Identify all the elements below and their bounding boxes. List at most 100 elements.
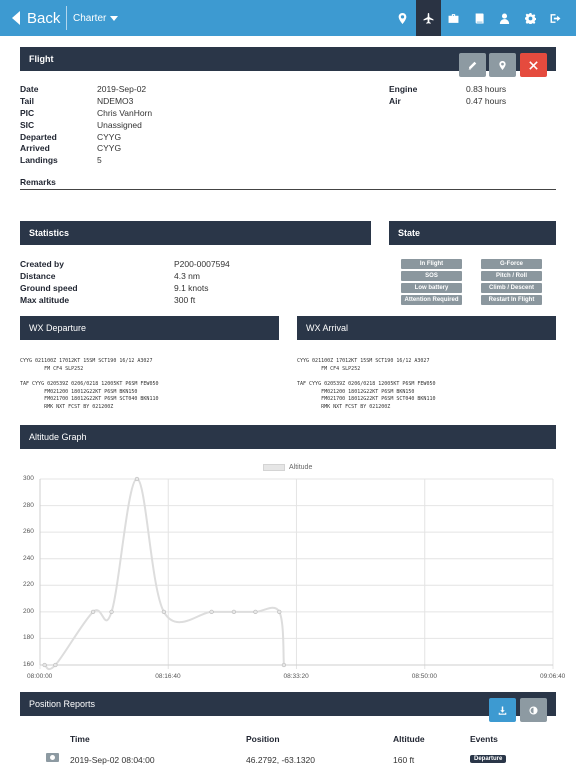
wx-arrival-taf: TAF CYYG 020539Z 0206/0218 12005KT P6SM … (297, 381, 436, 410)
air-value: 0.47 hours (466, 96, 507, 106)
nav-settings-button[interactable] (518, 0, 543, 36)
altitude-series-line (44, 477, 285, 671)
altitude-point (281, 662, 287, 668)
wx-departure-title: WX Departure (29, 323, 87, 333)
engine-value: 0.83 hours (466, 84, 507, 94)
date-value: 2019-Sep-02 (97, 84, 147, 94)
air-label: Air (389, 96, 401, 106)
col-head-time: Time (70, 734, 90, 744)
flight-map-button[interactable] (489, 53, 516, 77)
tail-label: Tail (20, 96, 35, 106)
col-head-events: Events (470, 734, 498, 744)
state-title: State (398, 228, 421, 238)
remarks-divider (20, 189, 556, 190)
y-tick-label: 160 (23, 661, 34, 668)
back-button[interactable]: Back (12, 0, 60, 36)
position-reports-header: Position Reports (20, 692, 556, 716)
date-label: Date (20, 84, 39, 94)
state-tag-low-battery: Low battery (401, 283, 462, 293)
nav-map-button[interactable] (390, 0, 415, 36)
pic-value: Chris VanHorn (97, 108, 153, 118)
legend-swatch (263, 464, 285, 471)
nav-divider (66, 6, 67, 30)
flight-title: Flight (29, 54, 54, 64)
altitude-point (90, 609, 96, 615)
altitude-point (231, 609, 237, 615)
charter-dropdown[interactable]: Charter (73, 0, 119, 36)
toggle-contrast-button[interactable] (520, 698, 547, 722)
remarks-label: Remarks (20, 177, 56, 187)
nav-flights-button[interactable] (416, 0, 441, 36)
altitude-legend: Altitude (263, 464, 312, 471)
state-tag-g-force: G-Force (481, 259, 542, 269)
y-tick-label: 260 (23, 528, 34, 536)
tail-value: NDEMO3 (97, 96, 134, 106)
state-tag-in-flight: In Flight (401, 259, 462, 269)
created-by-value: P200-0007594 (174, 259, 230, 269)
pencil-icon (468, 61, 477, 70)
distance-label: Distance (20, 271, 56, 281)
y-tick-label: 220 (23, 581, 34, 589)
nav-logbook-button[interactable] (467, 0, 492, 36)
departed-value: CYYG (97, 132, 122, 142)
download-icon (498, 705, 507, 715)
sign-out-icon (550, 13, 561, 23)
pic-label: PIC (20, 108, 35, 118)
landings-label: Landings (20, 155, 58, 165)
arrived-value: CYYG (97, 143, 122, 153)
airplane-icon (423, 12, 434, 24)
row-time: 2019-Sep-02 08:04:00 (70, 755, 155, 765)
x-tick-label: 08:16:40 (155, 673, 181, 680)
top-navbar: Back Charter (0, 0, 576, 36)
nav-jobs-button[interactable] (441, 0, 466, 36)
landings-value: 5 (97, 155, 102, 165)
briefcase-icon (448, 13, 459, 23)
col-head-position: Position (246, 734, 280, 744)
arrived-label: Arrived (20, 143, 50, 153)
altitude-point (53, 662, 58, 668)
row-position: 46.2792, -63.1320 (246, 755, 316, 765)
download-reports-button[interactable] (489, 698, 516, 722)
nav-logout-button[interactable] (543, 0, 568, 36)
x-tick-label: 08:33:20 (283, 673, 309, 680)
row-altitude: 160 ft (393, 755, 415, 765)
created-by-label: Created by (20, 259, 64, 269)
back-arrow-icon (12, 11, 20, 25)
camera-lens (50, 755, 55, 760)
engine-label: Engine (389, 84, 418, 94)
wx-arrival-metar: CYYG 021100Z 17012KT 15SM SCT190 16/12 A… (297, 358, 430, 372)
x-tick-label: 09:06:40 (540, 673, 566, 680)
y-tick-label: 240 (23, 554, 34, 562)
statistics-title: Statistics (29, 228, 70, 238)
sic-label: SIC (20, 120, 35, 130)
altitude-point (209, 609, 214, 615)
state-section-header: State (389, 221, 556, 245)
state-tag-pitch-roll: Pitch / Roll (481, 271, 542, 281)
altitude-point (109, 609, 114, 615)
wx-departure-header: WX Departure (20, 316, 279, 340)
half-circle-icon (529, 705, 538, 715)
altitude-point (253, 609, 258, 615)
altitude-point (134, 476, 140, 482)
edit-flight-button[interactable] (459, 53, 486, 77)
state-tag-sos: SOS (401, 271, 462, 281)
statistics-section-header: Statistics (20, 221, 371, 245)
delete-flight-button[interactable] (520, 53, 547, 77)
map-marker-icon (398, 12, 407, 24)
max-altitude-label: Max altitude (20, 295, 70, 305)
back-label: Back (27, 9, 61, 27)
y-tick-label: 280 (23, 501, 34, 509)
legend-label: Altitude (289, 464, 313, 471)
wx-arrival-header: WX Arrival (297, 316, 556, 340)
max-altitude-value: 300 ft (174, 295, 196, 305)
ground-speed-label: Ground speed (20, 283, 78, 293)
x-tick-label: 08:50:00 (411, 673, 438, 680)
nav-profile-button[interactable] (492, 0, 517, 36)
altitude-point (277, 609, 282, 615)
user-icon (499, 13, 510, 24)
caret-down-icon (110, 15, 119, 21)
book-icon (475, 13, 484, 23)
col-head-altitude: Altitude (393, 734, 425, 744)
state-tag-attention-required: Attention Required (401, 295, 462, 305)
camera-icon[interactable] (46, 753, 59, 762)
